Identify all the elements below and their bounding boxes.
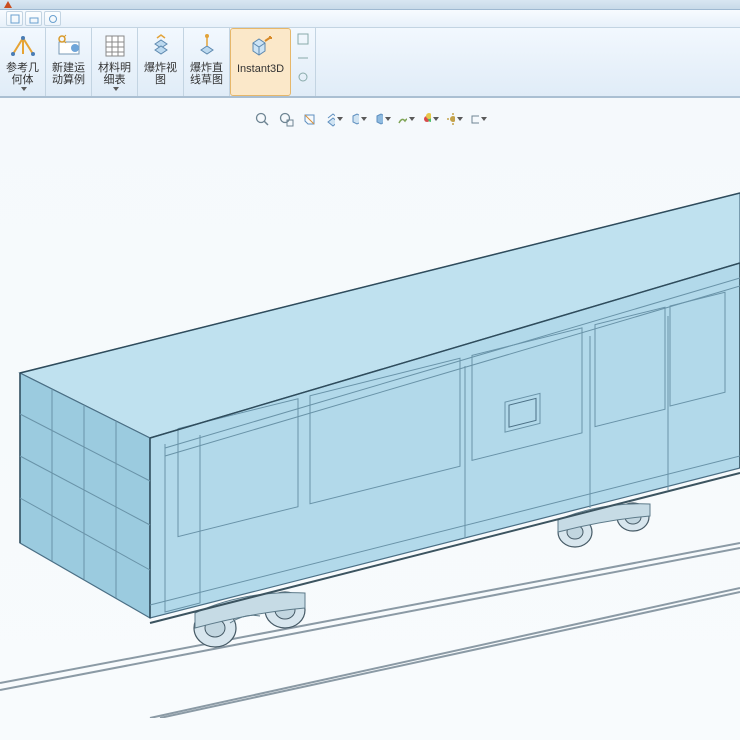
strip-button-1[interactable] <box>294 30 312 48</box>
settings-icon[interactable] <box>445 110 463 128</box>
window-titlebar <box>0 0 740 10</box>
app-logo-icon <box>4 1 12 8</box>
railcar-model <box>0 178 740 718</box>
reference-geometry-icon <box>8 31 38 61</box>
chevron-down-icon <box>21 87 27 91</box>
exploded-view-icon <box>146 31 176 61</box>
scene-icon[interactable] <box>397 110 415 128</box>
strip-button-2[interactable] <box>294 49 312 67</box>
ribbon-label: Instant3D <box>237 63 284 75</box>
ribbon-label: 爆炸直线草图 <box>190 62 223 86</box>
ribbon-bom[interactable]: 材料明细表 <box>92 28 138 96</box>
view-select-icon[interactable] <box>325 110 343 128</box>
ribbon-label: 参考几何体 <box>6 62 39 86</box>
ribbon-label: 新建运动算例 <box>52 62 85 86</box>
camera-icon[interactable] <box>469 110 487 128</box>
zoom-area-icon[interactable] <box>277 110 295 128</box>
appearance-icon[interactable] <box>421 110 439 128</box>
motion-study-icon <box>54 31 84 61</box>
chevron-down-icon <box>113 87 119 91</box>
strip-button-3[interactable] <box>294 68 312 86</box>
3d-viewport[interactable] <box>0 98 740 740</box>
section-icon[interactable] <box>301 110 319 128</box>
qat-button-3[interactable] <box>44 11 61 26</box>
qat-button-1[interactable] <box>6 11 23 26</box>
zoom-fit-icon[interactable] <box>253 110 271 128</box>
quick-access-toolbar <box>0 10 740 28</box>
instant3d-icon <box>246 32 276 62</box>
bom-icon <box>100 31 130 61</box>
ribbon-reference-geometry[interactable]: 参考几何体 <box>0 28 46 96</box>
render-icon[interactable] <box>373 110 391 128</box>
ribbon-right-strip <box>291 28 316 96</box>
ribbon-label: 爆炸视图 <box>144 62 177 86</box>
display-style-icon[interactable] <box>349 110 367 128</box>
ribbon: 参考几何体 新建运动算例 材料明细表 <box>0 28 740 98</box>
ribbon-instant3d[interactable]: Instant3D <box>230 28 291 96</box>
heads-up-view-toolbar <box>253 110 487 128</box>
ribbon-label: 材料明细表 <box>98 62 131 86</box>
ribbon-explode-sketch[interactable]: 爆炸直线草图 <box>184 28 230 96</box>
explode-sketch-icon <box>192 31 222 61</box>
qat-button-2[interactable] <box>25 11 42 26</box>
ribbon-exploded-view[interactable]: 爆炸视图 <box>138 28 184 96</box>
ribbon-motion-study[interactable]: 新建运动算例 <box>46 28 92 96</box>
